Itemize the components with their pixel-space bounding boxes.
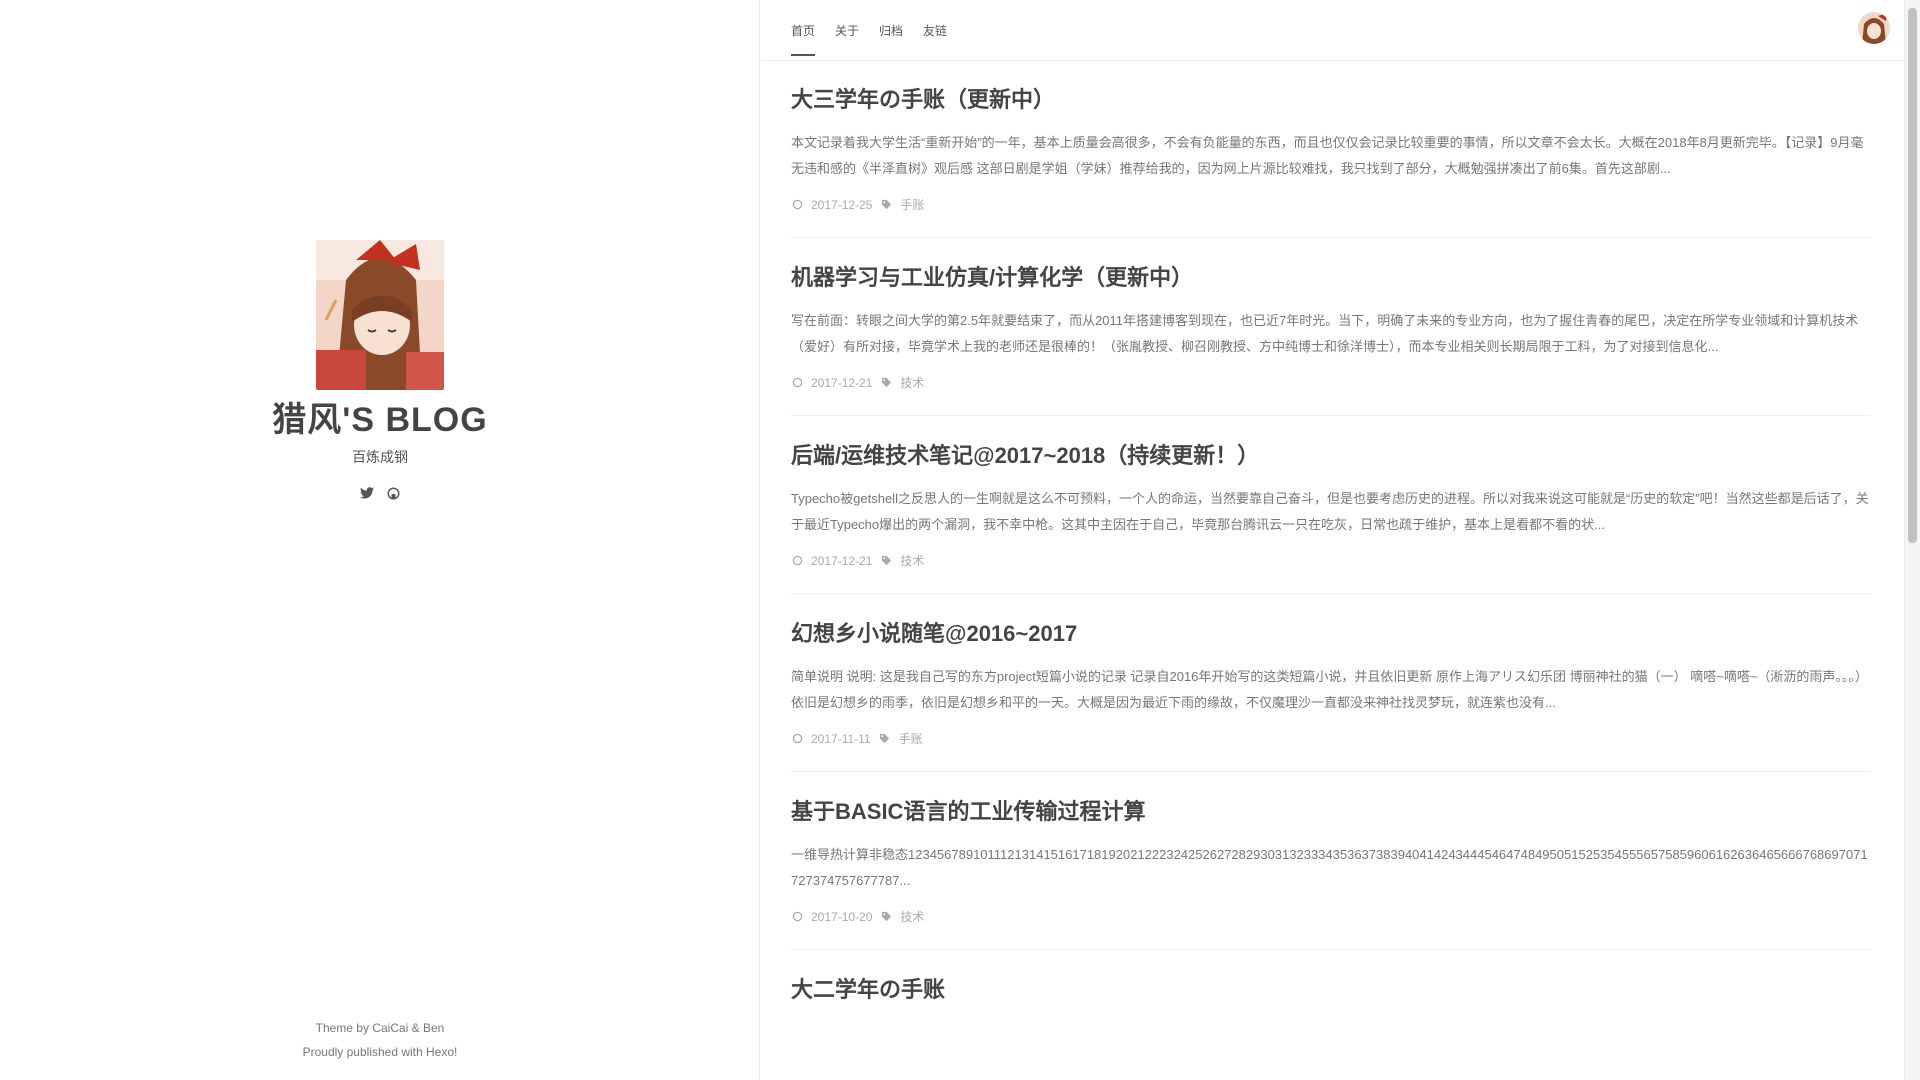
tag-icon (880, 555, 892, 567)
post-meta: 2017-12-21 技术 (791, 552, 1871, 569)
post-meta: 2017-11-11 手账 (791, 730, 1871, 747)
post-title[interactable]: 大二学年の手账 (791, 972, 1871, 1004)
page-scrollbar[interactable] (1904, 0, 1920, 1080)
post-item: 大三学年の手账（更新中） 本文记录着我大学生活“重新开始”的一年，基本上质量会高… (791, 60, 1871, 238)
clock-icon (791, 555, 803, 567)
tag-icon (880, 199, 892, 211)
nav-about[interactable]: 关于 (835, 22, 859, 39)
post-title[interactable]: 基于BASIC语言的工业传输过程计算 (791, 794, 1871, 826)
post-excerpt: 一维导热计算非稳态1234567891011121314151617181920… (791, 847, 1868, 888)
tag-icon (880, 911, 892, 923)
tag-icon (879, 733, 891, 745)
post-meta: 2017-12-25 手账 (791, 196, 1871, 213)
post-item: 幻想乡小说随笔@2016~2017 简单说明 说明: 这是我自己写的东方proj… (791, 594, 1871, 772)
clock-icon (791, 199, 803, 211)
post-item: 基于BASIC语言的工业传输过程计算 一维导热计算非稳态123456789101… (791, 772, 1871, 950)
top-nav-bar: 首页 关于 归档 友链 (761, 0, 1904, 61)
scrollbar-thumb[interactable] (1908, 8, 1917, 543)
post-excerpt: Typecho被getshell之反思人的一生啊就是这么不可预料，一个人的命运，… (791, 491, 1869, 532)
main-nav: 首页 关于 归档 友链 (791, 22, 947, 56)
footer: Theme by CaiCai & Ben Proudly published … (0, 1016, 760, 1064)
post-excerpt: 简单说明 说明: 这是我自己写的东方project短篇小说的记录 记录自2016… (791, 669, 1868, 710)
social-links (0, 486, 760, 500)
avatar-illustration (316, 240, 444, 390)
post-tag[interactable]: 技术 (900, 374, 924, 391)
clock-icon (791, 911, 803, 923)
nav-friends[interactable]: 友链 (923, 22, 947, 39)
post-title[interactable]: 后端/运维技术笔记@2017~2018（持续更新！） (791, 438, 1871, 470)
post-title[interactable]: 机器学习与工业仿真/计算化学（更新中） (791, 260, 1871, 292)
post-list: 大三学年の手账（更新中） 本文记录着我大学生活“重新开始”的一年，基本上质量会高… (791, 60, 1871, 1080)
post-tag[interactable]: 技术 (900, 908, 924, 925)
post-tag[interactable]: 技术 (900, 552, 924, 569)
post-item: 大二学年の手账 (791, 950, 1871, 1044)
post-date: 2017-12-21 (811, 375, 873, 390)
post-item: 后端/运维技术笔记@2017~2018（持续更新！） Typecho被getsh… (791, 416, 1871, 594)
site-title: 猎风'S BLOG (272, 401, 488, 439)
post-date: 2017-12-21 (811, 553, 873, 568)
post-date: 2017-11-11 (811, 731, 871, 746)
post-title[interactable]: 大三学年の手账（更新中） (791, 82, 1871, 114)
clock-icon (791, 733, 803, 745)
footer-hexo-credit[interactable]: Proudly published with Hexo! (0, 1040, 760, 1064)
sidebar: 猎风'S BLOG 百炼成钢 Theme by CaiCai & Ben Pro… (0, 0, 760, 1080)
post-date: 2017-10-20 (811, 909, 873, 924)
post-item: 机器学习与工业仿真/计算化学（更新中） 写在前面：转眼之间大学的第2.5年就要结… (791, 238, 1871, 416)
avatar[interactable] (316, 240, 444, 390)
post-excerpt: 写在前面：转眼之间大学的第2.5年就要结束了，而从2011年搭建博客到现在，也已… (791, 313, 1859, 354)
site-subtitle: 百炼成钢 (352, 449, 408, 465)
clock-icon (791, 377, 803, 389)
post-meta: 2017-12-21 技术 (791, 374, 1871, 391)
post-meta: 2017-10-20 技术 (791, 908, 1871, 925)
footer-theme-credit: Theme by CaiCai & Ben (315, 1021, 445, 1035)
github-icon[interactable] (386, 486, 400, 500)
post-tag[interactable]: 手账 (899, 730, 923, 747)
post-excerpt: 本文记录着我大学生活“重新开始”的一年，基本上质量会高很多，不会有负能量的东西，… (791, 135, 1864, 176)
twitter-icon[interactable] (360, 486, 374, 500)
tag-icon (880, 377, 892, 389)
post-tag[interactable]: 手账 (900, 196, 924, 213)
nav-home[interactable]: 首页 (791, 22, 816, 56)
nav-archive[interactable]: 归档 (879, 22, 903, 39)
post-date: 2017-12-25 (811, 197, 873, 212)
top-avatar[interactable] (1858, 12, 1890, 44)
post-title[interactable]: 幻想乡小说随笔@2016~2017 (791, 616, 1871, 648)
